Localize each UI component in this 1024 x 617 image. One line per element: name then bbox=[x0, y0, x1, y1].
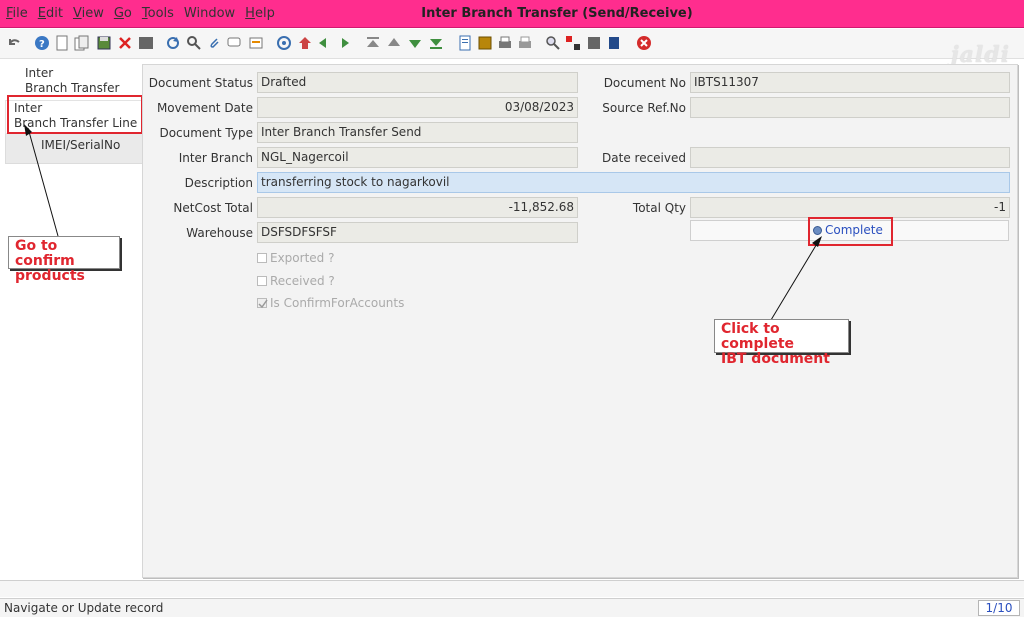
callout-confirm-products: Go to confirm products bbox=[8, 236, 120, 284]
status-bar: Navigate or Update record 1/10 bbox=[0, 598, 1024, 617]
callout-complete-ibt: Click to complete IBT document bbox=[714, 319, 849, 367]
callout-arrows bbox=[24, 124, 822, 321]
record-counter[interactable]: 1/10 bbox=[978, 600, 1020, 616]
divider-bar bbox=[0, 580, 1024, 597]
status-message: Navigate or Update record bbox=[4, 601, 164, 615]
